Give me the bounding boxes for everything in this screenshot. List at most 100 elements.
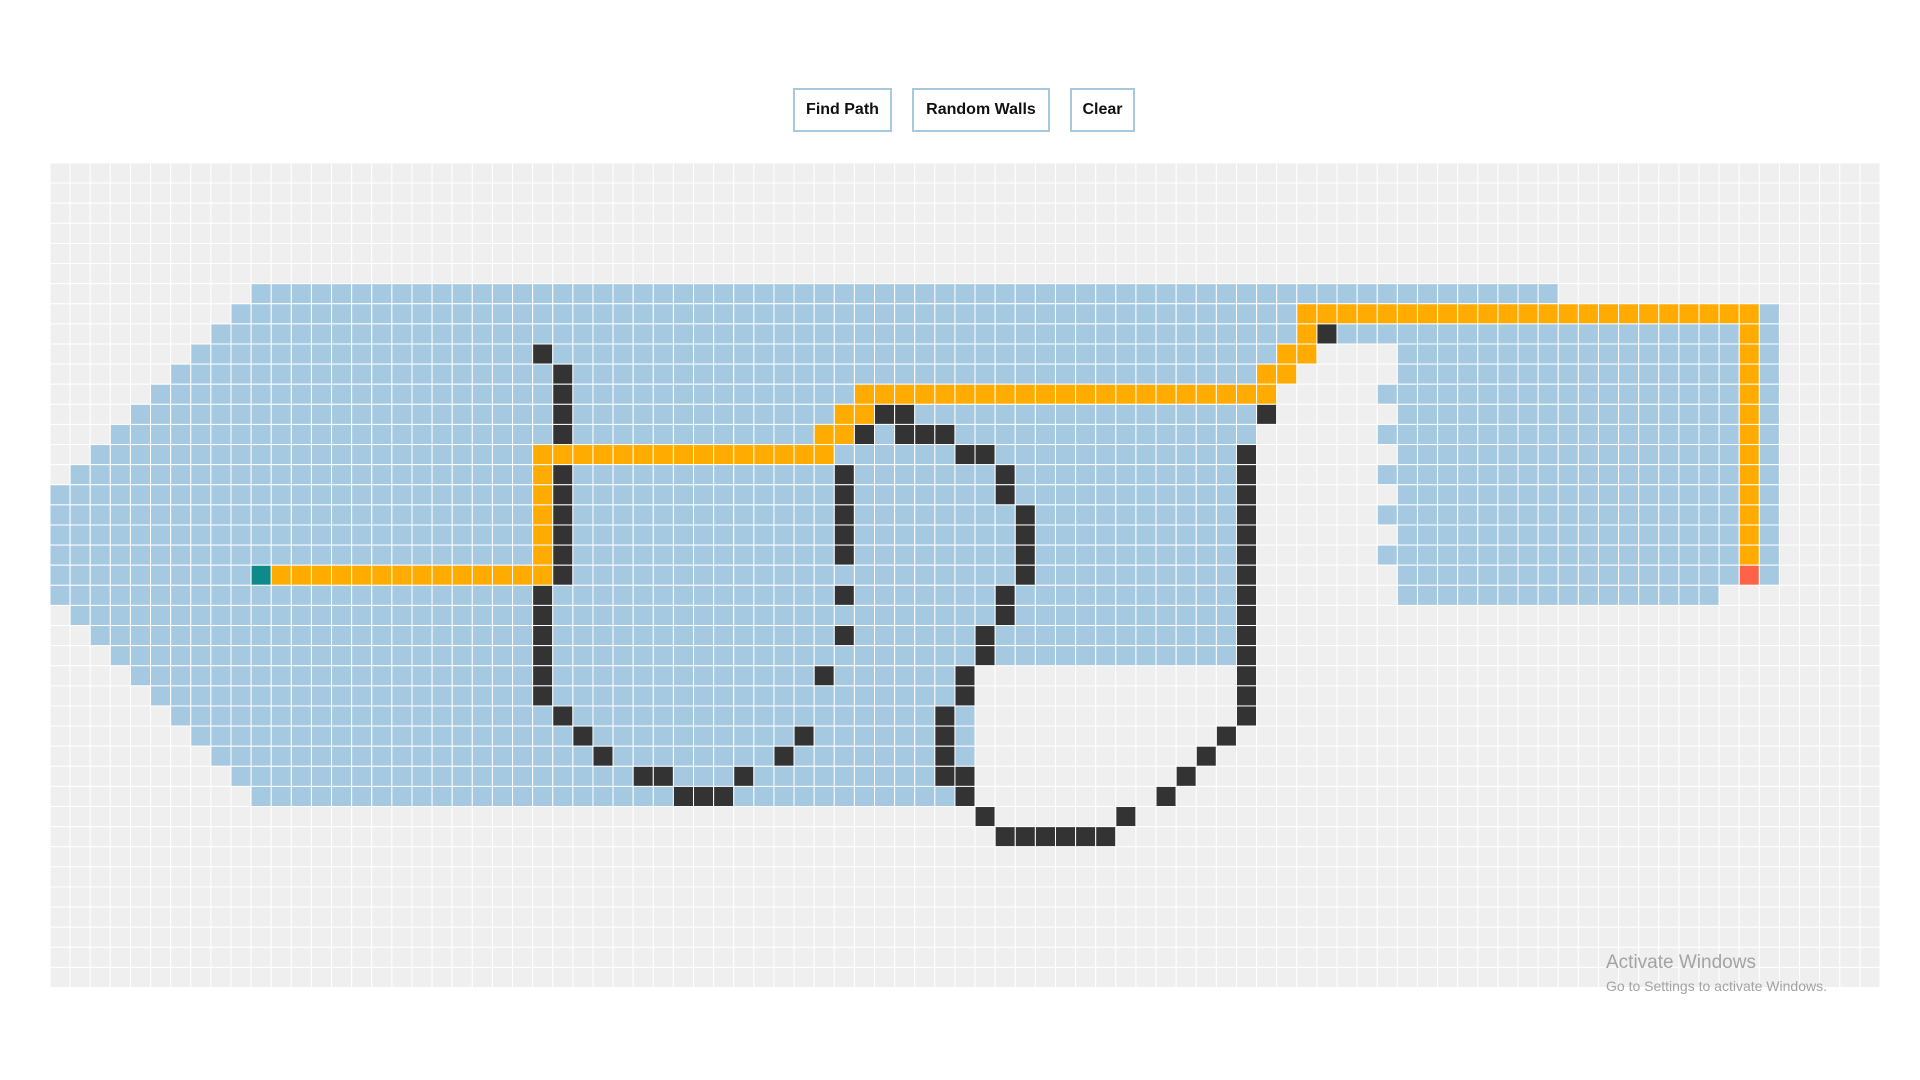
grid-cell[interactable] [552,826,574,848]
grid-cell[interactable] [552,242,574,265]
grid-cell[interactable] [894,222,916,244]
grid-cell[interactable] [1758,725,1780,747]
visited-cell[interactable] [129,504,152,526]
grid-cell[interactable] [1175,946,1197,968]
grid-cell[interactable] [1718,202,1740,224]
grid-cell[interactable] [793,866,815,888]
grid-cell[interactable] [230,242,252,265]
grid-cell[interactable] [190,846,212,868]
grid-cell[interactable] [1095,263,1117,285]
grid-cell[interactable] [1437,926,1459,948]
grid-cell[interactable] [1678,604,1700,627]
grid-cell[interactable] [1597,202,1620,224]
visited-cell[interactable] [310,343,333,365]
visited-cell[interactable] [1034,625,1056,647]
path-cell[interactable] [713,444,735,466]
visited-cell[interactable] [411,403,433,425]
grid-cell[interactable] [50,283,71,305]
visited-cell[interactable] [1758,363,1780,385]
visited-cell[interactable] [331,625,353,647]
grid-cell[interactable] [1276,745,1298,767]
grid-cell[interactable] [1778,966,1801,988]
visited-cell[interactable] [1497,403,1519,425]
visited-cell[interactable] [532,363,554,385]
visited-cell[interactable] [1095,444,1117,466]
visited-cell[interactable] [773,504,795,526]
visited-cell[interactable] [713,705,735,727]
grid-cell[interactable] [1437,826,1459,848]
grid-cell[interactable] [1396,685,1418,707]
grid-cell[interactable] [1054,725,1077,747]
grid-cell[interactable] [733,806,755,828]
grid-cell[interactable] [1517,604,1539,627]
grid-cell[interactable] [612,866,634,888]
grid-cell[interactable] [1778,926,1801,948]
grid-cell[interactable] [270,926,292,948]
grid-cell[interactable] [1859,705,1880,727]
visited-cell[interactable] [1537,584,1559,606]
visited-cell[interactable] [793,705,815,727]
grid-cell[interactable] [672,182,695,204]
grid-cell[interactable] [1356,444,1378,466]
grid-cell[interactable] [491,202,514,224]
visited-cell[interactable] [391,685,413,707]
visited-cell[interactable] [230,665,252,687]
grid-cell[interactable] [1155,966,1177,988]
visited-cell[interactable] [974,323,996,345]
visited-cell[interactable] [612,343,634,365]
grid-cell[interactable] [190,886,212,908]
visited-cell[interactable] [833,745,855,767]
grid-cell[interactable] [1256,444,1278,466]
visited-cell[interactable] [632,464,654,486]
grid-cell[interactable] [451,946,473,968]
grid-cell[interactable] [1316,163,1338,184]
grid-cell[interactable] [652,182,674,204]
visited-cell[interactable] [491,765,514,787]
grid-cell[interactable] [1396,745,1418,767]
visited-cell[interactable] [129,625,152,647]
grid-cell[interactable] [552,202,574,224]
wall-cell[interactable] [994,826,1016,848]
visited-cell[interactable] [1416,363,1439,385]
visited-cell[interactable] [351,625,373,647]
grid-cell[interactable] [1054,222,1077,244]
grid-cell[interactable] [1256,464,1278,486]
visited-cell[interactable] [874,665,896,687]
grid-cell[interactable] [230,946,252,968]
wall-cell[interactable] [833,524,855,546]
grid-cell[interactable] [1276,524,1298,546]
grid-cell[interactable] [1296,383,1318,405]
visited-cell[interactable] [351,765,373,787]
grid-cell[interactable] [1054,926,1077,948]
visited-cell[interactable] [874,685,896,707]
grid-cell[interactable] [89,866,111,888]
grid-cell[interactable] [1457,222,1479,244]
grid-cell[interactable] [1718,745,1740,767]
grid-cell[interactable] [1396,242,1418,265]
visited-cell[interactable] [471,544,493,566]
grid-cell[interactable] [1658,202,1680,224]
visited-cell[interactable] [874,464,896,486]
visited-cell[interactable] [672,625,695,647]
grid-cell[interactable] [1054,745,1077,767]
grid-cell[interactable] [1517,263,1539,285]
grid-cell[interactable] [1235,202,1258,224]
visited-cell[interactable] [471,363,493,385]
grid-cell[interactable] [1014,685,1036,707]
grid-cell[interactable] [109,765,131,787]
grid-cell[interactable] [89,886,111,908]
path-cell[interactable] [612,444,634,466]
grid-cell[interactable] [491,263,514,285]
grid-cell[interactable] [1135,263,1157,285]
visited-cell[interactable] [1698,383,1720,405]
grid-cell[interactable] [1859,464,1880,486]
visited-cell[interactable] [1135,504,1157,526]
grid-cell[interactable] [1597,665,1620,687]
visited-cell[interactable] [1396,464,1418,486]
grid-cell[interactable] [1819,584,1841,606]
grid-cell[interactable] [652,886,674,908]
visited-cell[interactable] [1014,303,1036,325]
visited-cell[interactable] [170,625,192,647]
grid-cell[interactable] [1095,906,1117,928]
wall-cell[interactable] [1235,464,1258,486]
